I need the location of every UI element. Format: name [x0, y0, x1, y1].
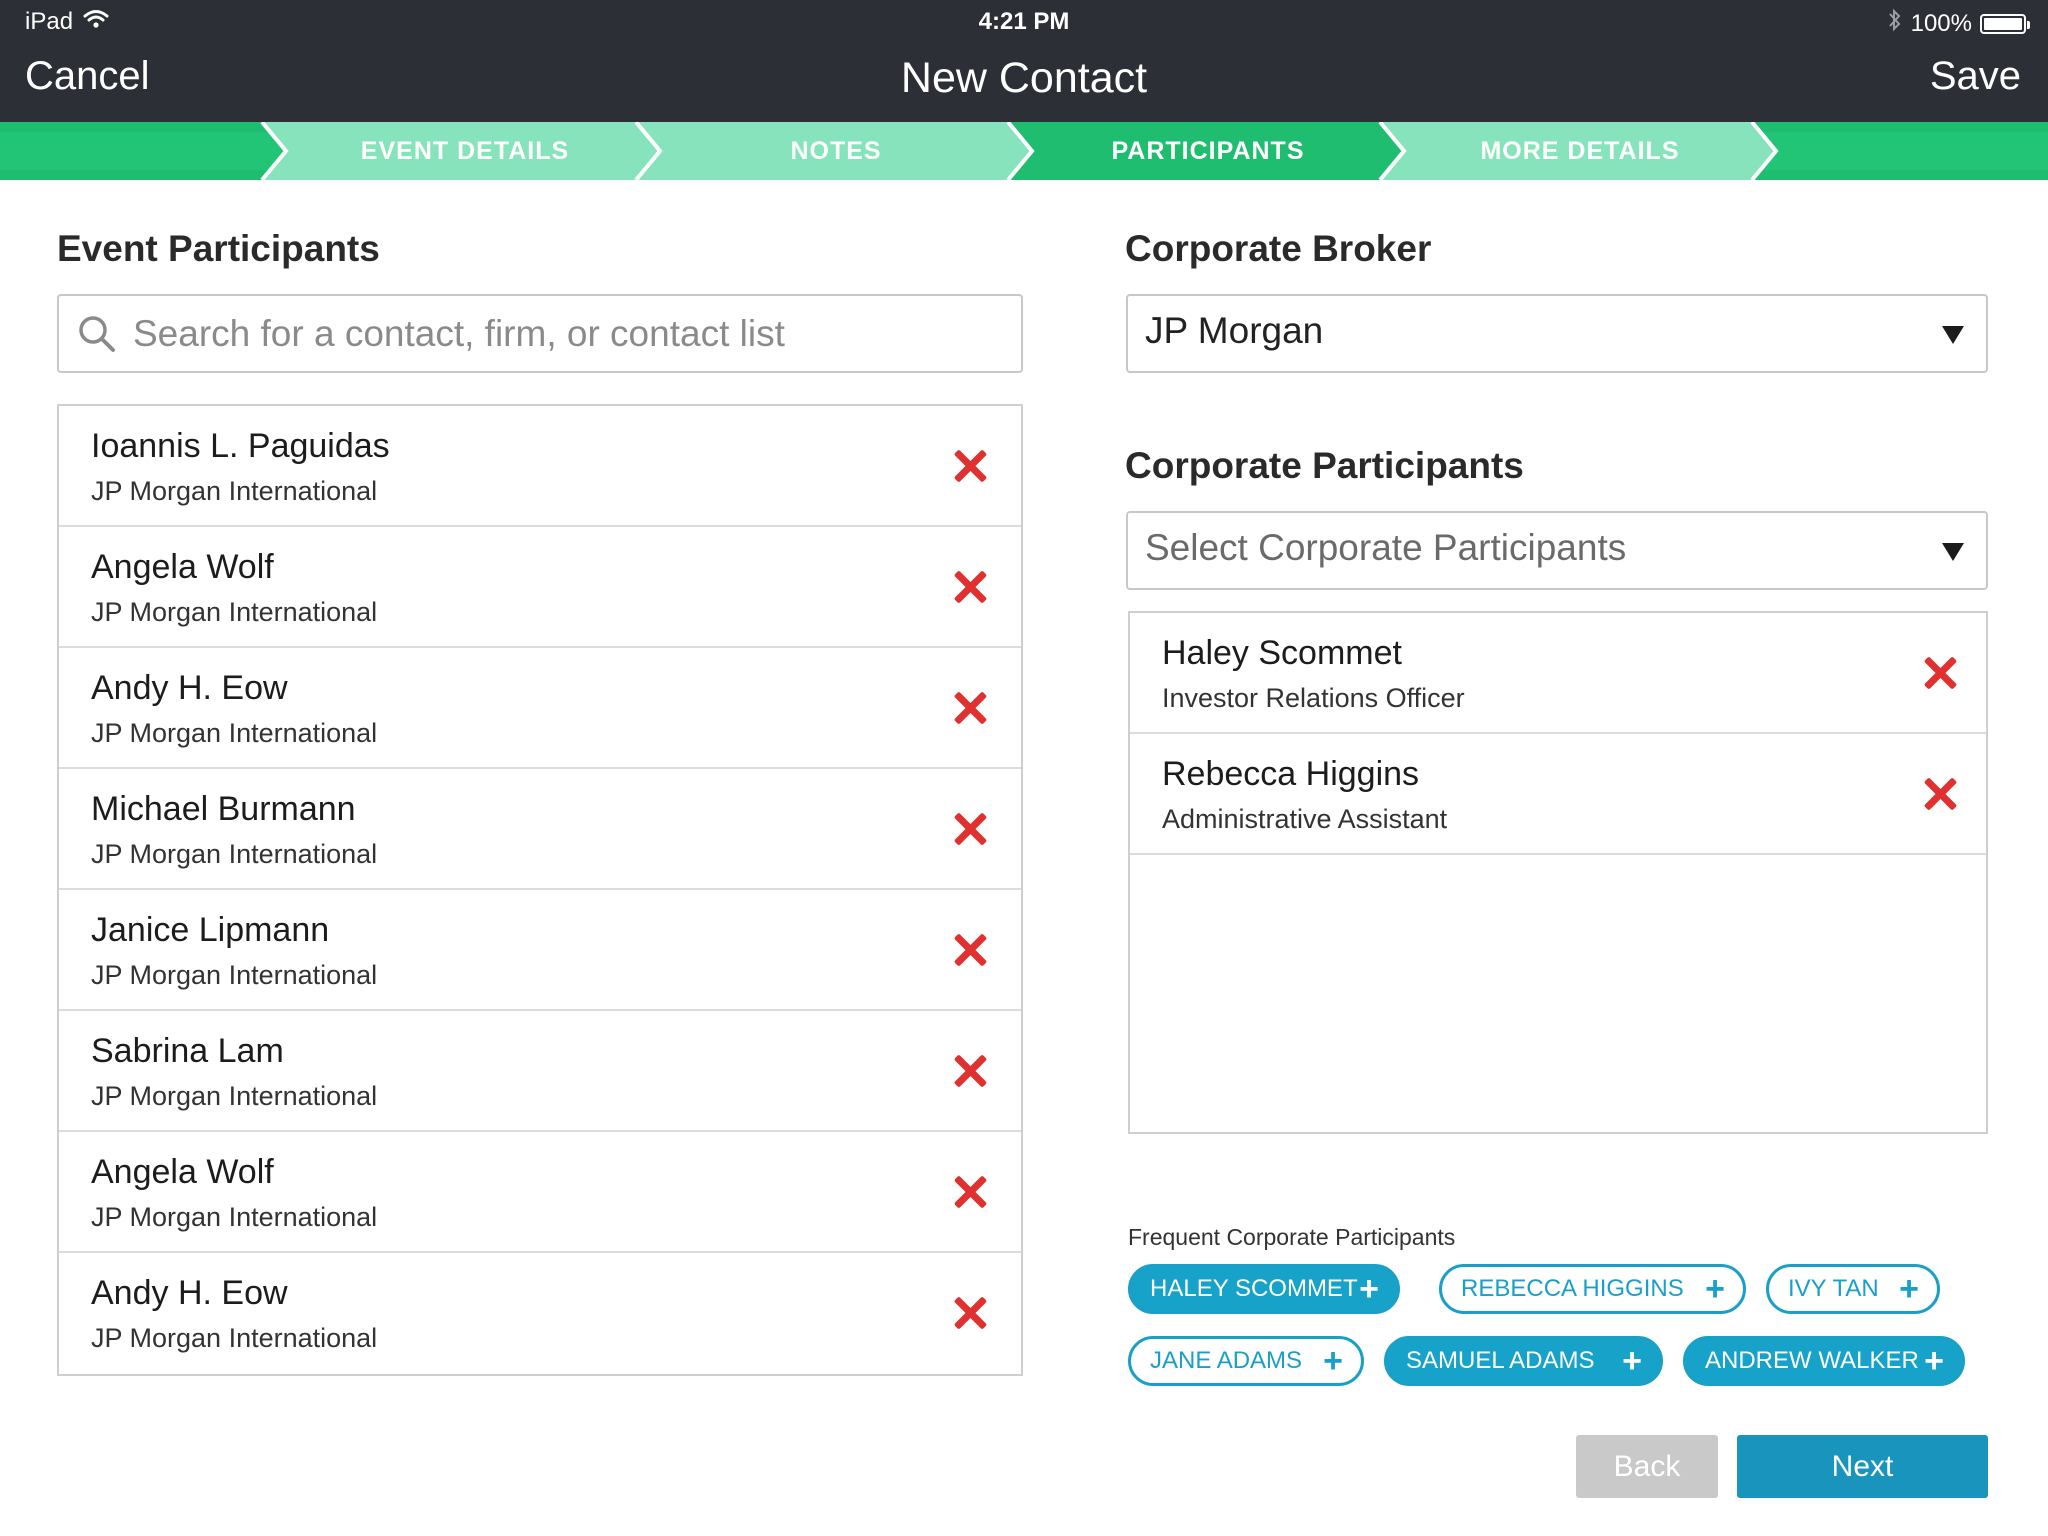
corporate-participants-select[interactable]: Select Corporate Participants [1126, 511, 1988, 590]
cancel-button[interactable]: Cancel [25, 54, 150, 99]
back-button[interactable]: Back [1576, 1435, 1718, 1498]
save-button[interactable]: Save [1930, 54, 2021, 99]
remove-icon[interactable] [1922, 655, 1958, 691]
status-right-group: 100% [1887, 8, 2030, 39]
step-participants[interactable]: PARTICIPANTS [1022, 122, 1394, 180]
chip-label: ANDREW WALKER [1705, 1347, 1919, 1374]
chip-label: HALEY SCOMMET [1150, 1275, 1358, 1302]
remove-icon[interactable] [952, 569, 988, 605]
plus-icon: + [1899, 1270, 1919, 1308]
chip-samuel-adams[interactable]: SAMUEL ADAMS + [1384, 1336, 1663, 1386]
plus-icon: + [1622, 1342, 1642, 1380]
remove-icon[interactable] [1922, 776, 1958, 812]
remove-icon[interactable] [952, 1053, 988, 1089]
plus-icon: + [1924, 1342, 1944, 1380]
participant-firm: JP Morgan International [91, 839, 378, 869]
battery-percent: 100% [1910, 9, 1972, 37]
participant-firm: JP Morgan International [91, 476, 378, 506]
list-item[interactable]: Andy H. Eow JP Morgan International [59, 1253, 1021, 1374]
step-more-details[interactable]: MORE DETAILS [1394, 122, 1766, 180]
step-notes[interactable]: NOTES [650, 122, 1022, 180]
participant-name: Andy H. Eow [91, 669, 288, 707]
status-time: 4:21 PM [978, 8, 1070, 35]
chip-jane-adams[interactable]: JANE ADAMS + [1128, 1336, 1364, 1386]
status-bar: iPad 4:21 PM 100% [0, 0, 2048, 44]
participant-firm: JP Morgan International [91, 1202, 378, 1232]
corporate-broker-select[interactable]: JP Morgan [1126, 294, 1988, 373]
participant-name: Andy H. Eow [91, 1274, 288, 1312]
participant-name: Rebecca Higgins [1162, 755, 1420, 793]
list-item[interactable]: Haley Scommet Investor Relations Officer [1130, 613, 1986, 734]
participant-name: Michael Burmann [91, 790, 356, 828]
battery-icon [1980, 13, 2030, 34]
wifi-icon [83, 8, 109, 36]
participant-name: Haley Scommet [1162, 634, 1402, 672]
remove-icon[interactable] [952, 1174, 988, 1210]
chip-haley-scommet[interactable]: HALEY SCOMMET + [1128, 1264, 1400, 1314]
chip-label: IVY TAN [1788, 1275, 1879, 1302]
step-event-details[interactable]: EVENT DETAILS [280, 122, 650, 180]
chip-rebecca-higgins[interactable]: REBECCA HIGGINS + [1439, 1264, 1746, 1314]
plus-icon: + [1323, 1342, 1343, 1380]
participant-role: Investor Relations Officer [1162, 683, 1465, 713]
next-button[interactable]: Next [1737, 1435, 1988, 1498]
corporate-broker-title: Corporate Broker [1125, 228, 1432, 269]
list-item[interactable]: Janice Lipmann JP Morgan International [59, 890, 1021, 1011]
list-item[interactable]: Angela Wolf JP Morgan International [59, 527, 1021, 648]
event-participants-title: Event Participants [57, 228, 380, 269]
bluetooth-icon [1887, 8, 1903, 39]
list-item[interactable]: Sabrina Lam JP Morgan International [59, 1011, 1021, 1132]
plus-icon: + [1359, 1270, 1379, 1308]
search-icon [77, 314, 117, 359]
frequent-participants-title: Frequent Corporate Participants [1128, 1224, 1456, 1250]
participant-search[interactable] [57, 294, 1023, 373]
search-input[interactable] [133, 306, 1003, 362]
participant-firm: JP Morgan International [91, 718, 378, 748]
progress-steps: EVENT DETAILS NOTES PARTICIPANTS MORE DE… [0, 122, 2048, 180]
navigation-bar: iPad 4:21 PM 100% Cancel New Contact Sav… [0, 0, 2048, 122]
list-item[interactable]: Andy H. Eow JP Morgan International [59, 648, 1021, 769]
participant-name: Angela Wolf [91, 548, 274, 586]
remove-icon[interactable] [952, 448, 988, 484]
carrier-group: iPad [25, 8, 109, 36]
list-item[interactable]: Michael Burmann JP Morgan International [59, 769, 1021, 890]
dropdown-arrow-icon [1942, 326, 1964, 344]
chip-label: JANE ADAMS [1150, 1347, 1303, 1374]
corporate-broker-value: JP Morgan [1145, 310, 1324, 351]
participant-name: Ioannis L. Paguidas [91, 427, 390, 465]
participant-name: Janice Lipmann [91, 911, 330, 949]
list-item[interactable]: Rebecca Higgins Administrative Assistant [1130, 734, 1986, 855]
plus-icon: + [1705, 1270, 1725, 1308]
participant-firm: JP Morgan International [91, 960, 378, 990]
dropdown-arrow-icon [1942, 543, 1964, 561]
corporate-participants-list: Haley Scommet Investor Relations Officer… [1128, 611, 1988, 1134]
participant-firm: JP Morgan International [91, 1081, 378, 1111]
corporate-participants-placeholder: Select Corporate Participants [1145, 527, 1627, 568]
participant-firm: JP Morgan International [91, 1323, 378, 1353]
carrier-label: iPad [25, 8, 74, 35]
chip-label: SAMUEL ADAMS [1406, 1347, 1595, 1374]
page-title: New Contact [900, 54, 1148, 102]
remove-icon[interactable] [952, 811, 988, 847]
list-item[interactable]: Angela Wolf JP Morgan International [59, 1132, 1021, 1253]
participant-firm: JP Morgan International [91, 597, 378, 627]
event-participants-list: Ioannis L. Paguidas JP Morgan Internatio… [57, 404, 1023, 1376]
remove-icon[interactable] [952, 932, 988, 968]
remove-icon[interactable] [952, 1295, 988, 1331]
participant-name: Sabrina Lam [91, 1032, 284, 1070]
chip-ivy-tan[interactable]: IVY TAN + [1766, 1264, 1940, 1314]
chip-label: REBECCA HIGGINS [1461, 1275, 1684, 1302]
chip-andrew-walker[interactable]: ANDREW WALKER + [1683, 1336, 1965, 1386]
participant-name: Angela Wolf [91, 1153, 274, 1191]
remove-icon[interactable] [952, 690, 988, 726]
participant-role: Administrative Assistant [1162, 804, 1448, 834]
list-item[interactable]: Ioannis L. Paguidas JP Morgan Internatio… [59, 406, 1021, 527]
corporate-participants-title: Corporate Participants [1125, 445, 1524, 486]
